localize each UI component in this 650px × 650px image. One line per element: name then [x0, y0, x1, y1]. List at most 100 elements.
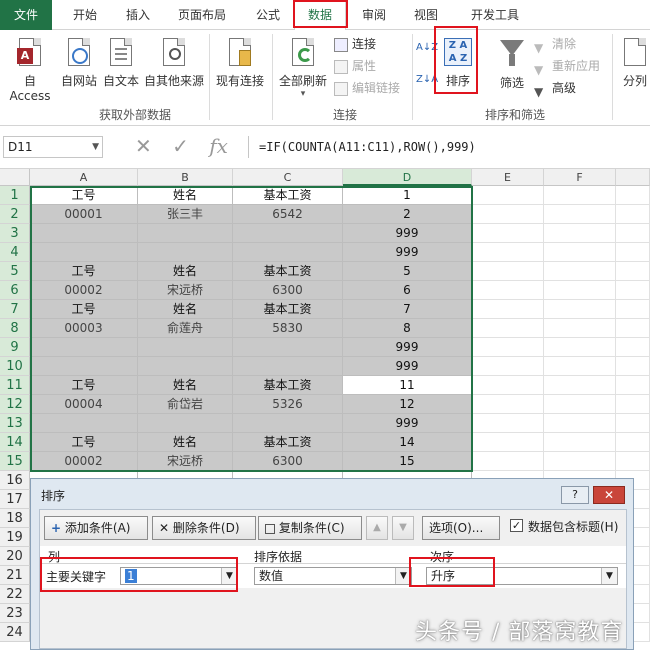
cell-empty[interactable] [544, 262, 616, 281]
cell-d-15[interactable]: 15 [343, 452, 472, 471]
enter-icon[interactable]: ✓ [172, 134, 189, 158]
cell-d-13[interactable]: 999 [343, 414, 472, 433]
cell-empty[interactable] [616, 395, 650, 414]
cell-d-2[interactable]: 2 [343, 205, 472, 224]
cell-empty[interactable] [472, 376, 544, 395]
cell-c-10[interactable] [233, 357, 343, 376]
cell-c-13[interactable] [233, 414, 343, 433]
order-select[interactable]: 升序 ▼ [426, 567, 618, 585]
row-header[interactable]: 6 [0, 281, 30, 300]
cell-c-5[interactable]: 基本工资 [233, 262, 343, 281]
col-header-b[interactable]: B [138, 169, 233, 186]
cell-empty[interactable] [472, 319, 544, 338]
cell-empty[interactable] [544, 300, 616, 319]
row-header[interactable]: 19 [0, 528, 30, 547]
row-header[interactable]: 5 [0, 262, 30, 281]
cell-empty[interactable] [616, 376, 650, 395]
cell-c-2[interactable]: 6542 [233, 205, 343, 224]
cell-d-5[interactable]: 5 [343, 262, 472, 281]
cell-d-11[interactable]: 11 [343, 376, 472, 395]
row-header[interactable]: 9 [0, 338, 30, 357]
cell-b-14[interactable]: 姓名 [138, 433, 233, 452]
cell-a-1[interactable]: 工号 [30, 186, 138, 205]
help-button[interactable]: ? [561, 486, 589, 504]
tab-data[interactable]: 数据 [294, 0, 346, 30]
cell-a-6[interactable]: 00002 [30, 281, 138, 300]
cell-empty[interactable] [472, 262, 544, 281]
cell-empty[interactable] [472, 395, 544, 414]
cell-empty[interactable] [544, 319, 616, 338]
chevron-down-icon[interactable]: ▼ [221, 568, 237, 584]
edit-links-button[interactable]: 编辑链接 [334, 78, 400, 98]
cell-d-3[interactable]: 999 [343, 224, 472, 243]
existing-connections-button[interactable]: 现有连接 [214, 36, 266, 89]
cell-empty[interactable] [544, 338, 616, 357]
cell-b-13[interactable] [138, 414, 233, 433]
cell-d-12[interactable]: 12 [343, 395, 472, 414]
formula-input[interactable]: =IF(COUNTA(A11:C11),ROW(),999) [248, 136, 648, 158]
copy-level-button[interactable]: 复制条件(C) [258, 516, 362, 540]
cell-b-3[interactable] [138, 224, 233, 243]
cell-empty[interactable] [616, 300, 650, 319]
cell-empty[interactable] [616, 319, 650, 338]
cell-empty[interactable] [544, 205, 616, 224]
row-header[interactable]: 20 [0, 547, 30, 566]
cell-empty[interactable] [472, 338, 544, 357]
row-header[interactable]: 16 [0, 471, 30, 490]
cell-c-7[interactable]: 基本工资 [233, 300, 343, 319]
cell-c-11[interactable]: 基本工资 [233, 376, 343, 395]
col-header-c[interactable]: C [233, 169, 343, 186]
clear-filter-button[interactable]: ▼ 清除 [534, 34, 576, 55]
cell-empty[interactable] [616, 262, 650, 281]
tab-developer[interactable]: 开发工具 [458, 0, 532, 30]
row-header[interactable]: 7 [0, 300, 30, 319]
cell-empty[interactable] [616, 224, 650, 243]
cell-a-12[interactable]: 00004 [30, 395, 138, 414]
properties-button[interactable]: 属性 [334, 56, 376, 76]
cell-d-6[interactable]: 6 [343, 281, 472, 300]
refresh-all-button[interactable]: 全部刷新 ▾ [276, 36, 330, 99]
cell-c-12[interactable]: 5326 [233, 395, 343, 414]
cell-empty[interactable] [616, 414, 650, 433]
row-header[interactable]: 15 [0, 452, 30, 471]
col-header-e[interactable]: E [472, 169, 544, 186]
cell-b-7[interactable]: 姓名 [138, 300, 233, 319]
row-header[interactable]: 4 [0, 243, 30, 262]
col-header-a[interactable]: A [30, 169, 138, 186]
cell-a-9[interactable] [30, 338, 138, 357]
cell-a-8[interactable]: 00003 [30, 319, 138, 338]
cell-b-5[interactable]: 姓名 [138, 262, 233, 281]
cell-empty[interactable] [616, 433, 650, 452]
move-down-button[interactable]: ▼ [392, 516, 414, 540]
cell-b-11[interactable]: 姓名 [138, 376, 233, 395]
cell-a-5[interactable]: 工号 [30, 262, 138, 281]
name-box[interactable]: D11 ▼ [3, 136, 103, 158]
cell-b-2[interactable]: 张三丰 [138, 205, 233, 224]
connections-button[interactable]: 连接 [334, 34, 376, 54]
col-header-g[interactable] [616, 169, 650, 186]
row-header[interactable]: 3 [0, 224, 30, 243]
cell-b-9[interactable] [138, 338, 233, 357]
cell-d-8[interactable]: 8 [343, 319, 472, 338]
cell-empty[interactable] [616, 452, 650, 471]
chevron-down-icon[interactable]: ▼ [92, 137, 99, 157]
cell-b-4[interactable] [138, 243, 233, 262]
cell-empty[interactable] [616, 243, 650, 262]
cell-empty[interactable] [544, 376, 616, 395]
tab-home[interactable]: 开始 [60, 0, 110, 30]
cell-empty[interactable] [616, 338, 650, 357]
cell-b-1[interactable]: 姓名 [138, 186, 233, 205]
add-level-button[interactable]: + 添加条件(A) [44, 516, 148, 540]
reapply-button[interactable]: ▼ 重新应用 [534, 56, 600, 77]
cell-empty[interactable] [616, 281, 650, 300]
sort-button[interactable]: Z AA Z 排序 [440, 38, 476, 89]
options-button[interactable]: 选项(O)... [422, 516, 500, 540]
row-header[interactable]: 22 [0, 585, 30, 604]
cell-d-4[interactable]: 999 [343, 243, 472, 262]
cell-b-15[interactable]: 宋远桥 [138, 452, 233, 471]
cell-a-13[interactable] [30, 414, 138, 433]
cell-a-10[interactable] [30, 357, 138, 376]
tab-formulas[interactable]: 公式 [246, 0, 290, 30]
column-select[interactable]: 1 ▼ [120, 567, 238, 585]
cell-empty[interactable] [544, 243, 616, 262]
